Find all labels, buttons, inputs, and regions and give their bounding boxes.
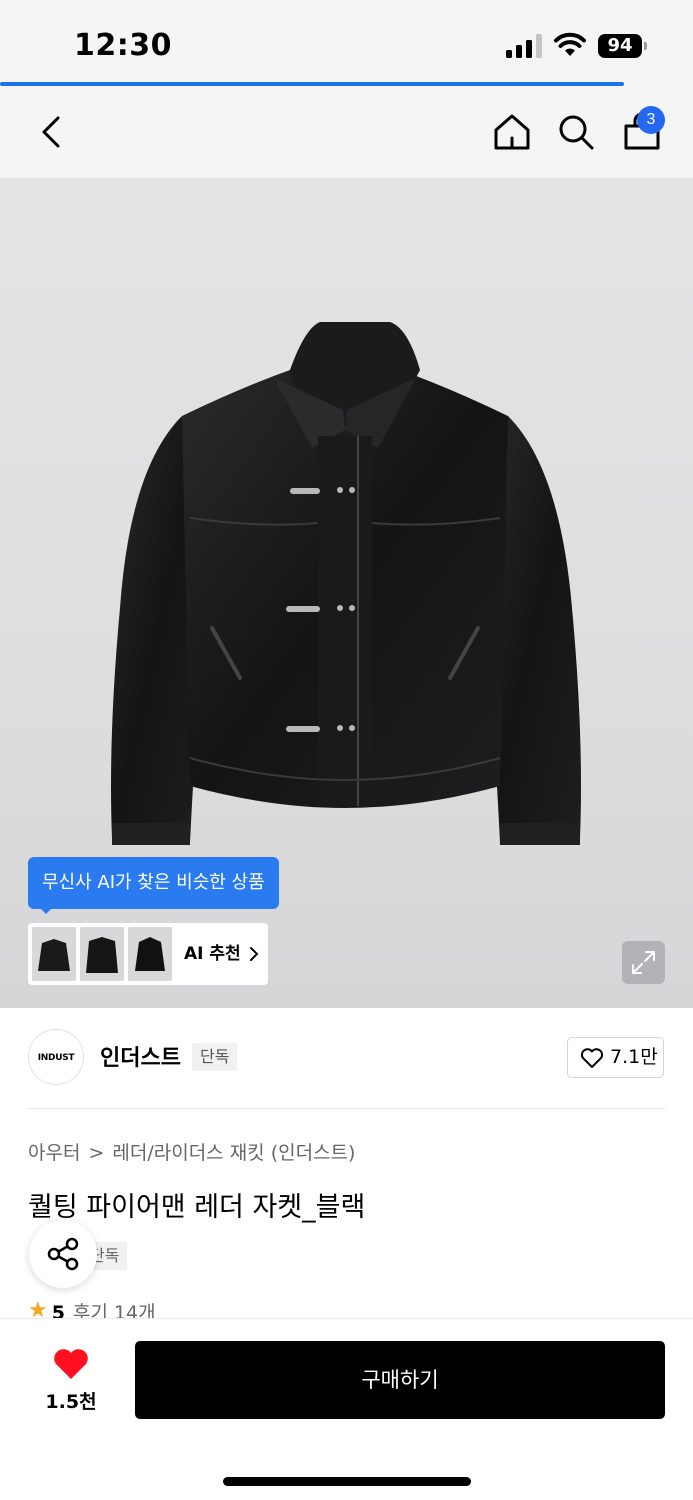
chevron-right-icon xyxy=(250,947,259,961)
brand-logo[interactable]: INDUST xyxy=(28,1029,84,1085)
ai-thumb-1[interactable] xyxy=(32,927,76,981)
product-image[interactable]: 무신사 AI가 찾은 비슷한 상품 AI 추천 xyxy=(0,178,693,1008)
leather-jacket-image xyxy=(111,322,581,845)
brand-name[interactable]: 인더스트 xyxy=(100,1040,181,1072)
ai-recommend-tooltip: 무신사 AI가 찾은 비슷한 상품 xyxy=(28,857,279,909)
brand-like-button[interactable]: 7.1만 xyxy=(567,1037,664,1078)
expand-icon xyxy=(632,951,655,974)
heart-filled-icon[interactable] xyxy=(52,1347,90,1381)
home-icon[interactable] xyxy=(490,110,534,154)
breadcrumb: 아우터 > 레더/라이더스 재킷 (인더스트) xyxy=(28,1138,355,1165)
expand-image-button[interactable] xyxy=(622,941,665,984)
buy-button[interactable]: 구매하기 xyxy=(135,1341,665,1419)
ai-thumb-2[interactable] xyxy=(80,927,124,981)
product-title: 퀄팅 파이어맨 레더 자켓_블랙 xyxy=(28,1192,366,1223)
share-icon xyxy=(47,1237,79,1271)
battery-level: 94 xyxy=(598,34,642,58)
bottom-action-bar: 1.5천 구매하기 xyxy=(0,1318,693,1500)
breadcrumb-separator: > xyxy=(88,1142,105,1164)
wish-count: 1.5천 xyxy=(45,1391,97,1413)
breadcrumb-category[interactable]: 아우터 xyxy=(28,1142,80,1164)
battery-icon: 94 xyxy=(598,34,648,58)
heart-outline-icon xyxy=(580,1048,604,1068)
ai-thumb-3[interactable] xyxy=(128,927,172,981)
ai-recommend-label: AI 추천 xyxy=(184,944,241,964)
cart-count-badge: 3 xyxy=(637,106,665,134)
status-bar: 12:30 94 xyxy=(0,0,693,84)
home-indicator xyxy=(223,1477,471,1486)
brand-like-count: 7.1만 xyxy=(610,1046,658,1068)
brand-exclusive-badge: 단독 xyxy=(192,1043,238,1071)
wifi-icon xyxy=(554,32,586,56)
ai-recommend-strip[interactable]: AI 추천 xyxy=(28,923,268,985)
search-icon[interactable] xyxy=(556,110,596,154)
breadcrumb-subcategory[interactable]: 레더/라이더스 재킷 (인더스트) xyxy=(112,1142,355,1164)
divider xyxy=(28,1108,665,1109)
share-button[interactable] xyxy=(29,1220,97,1288)
top-nav xyxy=(0,86,693,178)
back-icon[interactable] xyxy=(30,108,70,156)
cellular-signal-icon xyxy=(506,34,542,58)
status-time: 12:30 xyxy=(74,28,172,63)
